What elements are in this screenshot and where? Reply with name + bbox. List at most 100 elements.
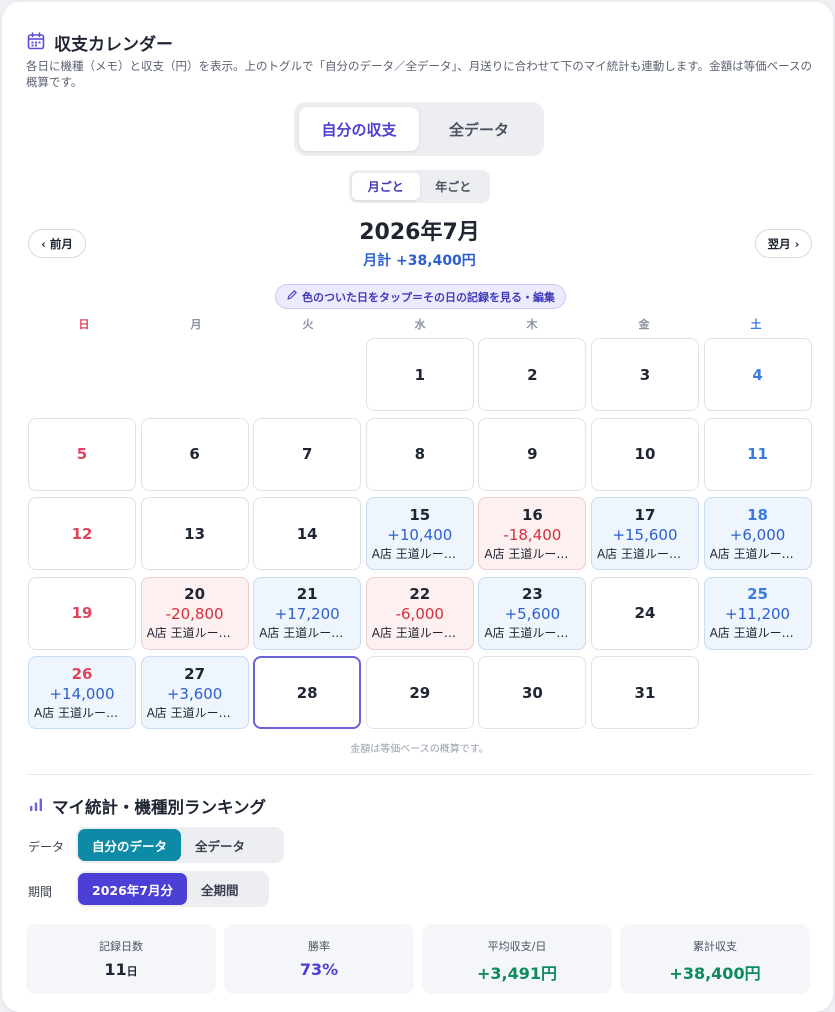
day-amount: +15,600 [612, 525, 678, 544]
day-amount: +10,400 [387, 525, 453, 544]
calendar-header: 収支カレンダー [26, 30, 173, 55]
calendar-day-21[interactable]: 21 +17,200 A店 王道ルーレット [253, 576, 362, 650]
tap-hint-text: 色のついた日をタップ＝その日の記録を見る・編集 [302, 290, 555, 304]
calendar-day-14[interactable]: 14 [253, 497, 362, 570]
calendar-day-27[interactable]: 27+3,600 A店 王道ルーレット [140, 656, 249, 729]
weekday-mon: 月 [190, 318, 202, 331]
day-memo: A店 王道ルーレット [484, 546, 581, 561]
month-title: 2026年7月 [359, 220, 480, 245]
day-memo: A店 王道ルーレット [709, 546, 806, 561]
period-option-monthly[interactable]: 月ごと [352, 173, 420, 200]
calendar-day-31[interactable]: 31 [590, 656, 699, 729]
scope-option-mine[interactable]: 自分の収支 [299, 107, 419, 151]
day-memo: A店 王道ルーレット [709, 626, 806, 640]
day-number: 25 [747, 585, 768, 603]
day-memo: A店 王道ルーレット [34, 705, 130, 720]
day-memo: A店 王道ルーレット [596, 546, 693, 561]
stat-total: 累計収支 +38,400円 [620, 924, 810, 994]
day-number: 23 [521, 585, 543, 603]
calendar-empty-cell [28, 338, 136, 411]
scope-option-all[interactable]: 全データ [419, 107, 539, 151]
period-option-all[interactable]: 全期間 [187, 873, 253, 905]
calendar-empty-cell [141, 338, 249, 411]
stat-label: 勝率 [308, 940, 330, 953]
data-option-mine[interactable]: 自分のデータ [78, 829, 182, 861]
calendar-day-3[interactable]: 3 [590, 338, 699, 411]
calendar-day-13[interactable]: 13 [140, 497, 249, 570]
weekday-header: 日 月 火 水 木 金 土 [28, 316, 812, 332]
stat-label: 累計収支 [693, 940, 737, 953]
calendar-day-24[interactable]: 24 [590, 576, 699, 650]
calendar-day-5[interactable]: 5 [28, 417, 136, 491]
calendar-day-8[interactable]: 8 [365, 417, 474, 491]
calendar-day-1[interactable]: 1 [365, 338, 474, 411]
calendar-day-12[interactable]: 12 [28, 497, 136, 570]
day-memo: A店 王道ルーレット [371, 626, 468, 640]
calendar-day-2[interactable]: 2 [478, 338, 587, 411]
day-number: 9 [527, 445, 538, 463]
stat-value: +3,491円 [476, 964, 558, 983]
calendar-day-20[interactable]: 20 -20,800 A店 王道ルーレット [140, 576, 249, 650]
calendar-day-10[interactable]: 10 [590, 417, 699, 491]
calendar-grid: 123456789101112131415+10,400A店 王道ルーレット16… [28, 338, 812, 729]
bar-chart-icon [28, 796, 44, 816]
calendar-empty-cell [253, 338, 361, 411]
day-number: 31 [634, 683, 656, 702]
weekday-thu: 木 [526, 318, 538, 331]
calendar-day-7[interactable]: 7 [253, 417, 362, 491]
calendar-day-22[interactable]: 22 -6,000 A店 王道ルーレット [365, 576, 474, 650]
day-number: 21 [296, 585, 318, 603]
day-amount: -6,000 [395, 605, 444, 623]
pencil-icon [286, 289, 298, 304]
calendar-day-29[interactable]: 29 [365, 656, 474, 729]
day-number: 3 [639, 365, 651, 384]
stat-value: +38,400円 [669, 964, 761, 983]
day-amount: +17,200 [274, 605, 340, 623]
calendar-day-25[interactable]: 25 +11,200 A店 王道ルーレット [703, 576, 812, 650]
calendar-day-6[interactable]: 6 [140, 417, 249, 491]
day-number: 11 [747, 445, 768, 463]
period-option-yearly[interactable]: 年ごと [420, 173, 488, 200]
day-number: 28 [296, 683, 318, 702]
day-number: 6 [189, 445, 200, 463]
page-description: 各日に機種（メモ）と収支（円）を表示。上のトグルで「自分のデータ／全データ」、月… [26, 59, 813, 89]
data-option-all[interactable]: 全データ [181, 829, 259, 861]
day-number: 5 [76, 445, 88, 463]
day-memo: A店 王道ルーレット [259, 626, 356, 640]
calendar-day-30[interactable]: 30 [478, 656, 587, 729]
calendar-day-15[interactable]: 15+10,400 A店 王道ルーレット [365, 497, 474, 570]
stat-label: 記録日数 [99, 940, 143, 953]
calendar-day-17[interactable]: 17+15,600 A店 王道ルーレット [590, 497, 699, 570]
tap-hint-badge: 色のついた日をタップ＝その日の記録を見る・編集 [275, 284, 566, 309]
stat-win-rate: 勝率 73% [224, 924, 414, 994]
day-number: 2 [527, 365, 538, 384]
day-number: 13 [184, 524, 206, 543]
day-number: 19 [71, 604, 93, 622]
stat-record-days: 記録日数 11日 [26, 924, 216, 994]
calendar-day-16[interactable]: 16-18,400 A店 王道ルーレット [478, 497, 587, 570]
day-number: 17 [634, 505, 656, 524]
section-divider [28, 774, 812, 775]
day-number: 7 [301, 445, 313, 463]
day-number: 22 [409, 585, 431, 603]
calendar-day-9[interactable]: 9 [478, 417, 587, 491]
calendar-day-4[interactable]: 4 [703, 338, 812, 411]
calendar-day-18[interactable]: 18+6,000 A店 王道ルーレット [703, 497, 812, 570]
calendar-day-28[interactable]: 28 [253, 656, 362, 729]
day-amount: +5,600 [504, 605, 561, 623]
day-memo: A店 王道ルーレット [146, 626, 243, 640]
period-filter-label: 期間 [28, 885, 53, 899]
month-total: 月計 +38,400円 [363, 253, 476, 269]
scope-toggle: 自分の収支 全データ [294, 102, 544, 156]
calendar-day-23[interactable]: 23 +5,600 A店 王道ルーレット [478, 576, 587, 650]
day-amount: -18,400 [503, 525, 562, 544]
day-number: 14 [296, 524, 318, 543]
day-number: 16 [521, 505, 543, 524]
calendar-day-26[interactable]: 26+14,000 A店 王道ルーレット [28, 656, 136, 729]
calendar-day-19[interactable]: 19 [28, 576, 136, 650]
day-number: 1 [414, 365, 425, 384]
period-toggle: 月ごと 年ごと [349, 170, 490, 203]
stat-value: 11日 [104, 960, 138, 979]
period-option-month[interactable]: 2026年7月分 [78, 873, 187, 905]
calendar-day-11[interactable]: 11 [703, 417, 812, 491]
